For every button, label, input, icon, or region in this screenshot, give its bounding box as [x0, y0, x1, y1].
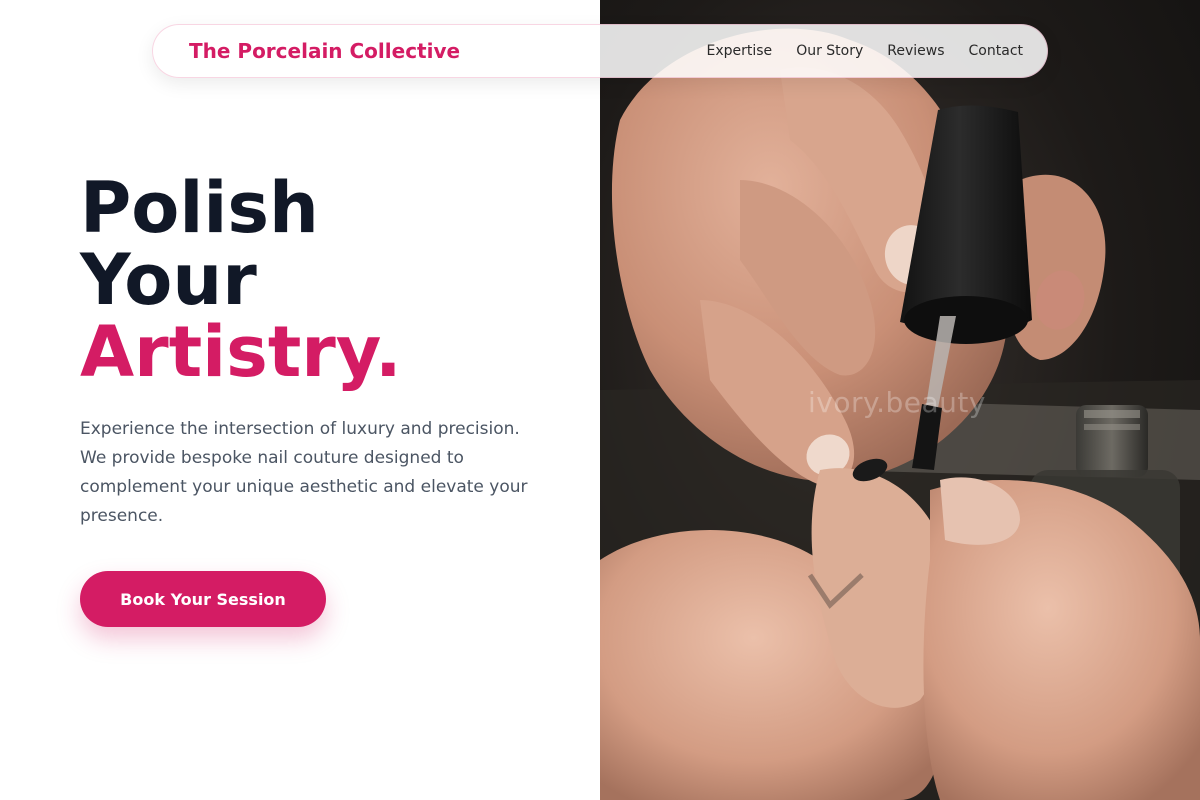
nav-link-expertise[interactable]: Expertise: [707, 43, 773, 59]
hero-description: Experience the intersection of luxury an…: [80, 419, 528, 526]
top-navigation: The Porcelain Collective Expertise Our S…: [152, 24, 1048, 78]
nav-link-contact[interactable]: Contact: [969, 43, 1023, 59]
book-session-button[interactable]: Book Your Session: [80, 571, 326, 627]
nav-links: Expertise Our Story Reviews Contact: [707, 43, 1024, 59]
landing-page: ivory.beauty The Porcelain Collective Ex…: [0, 0, 1200, 800]
hero-title-accent: Artistry.: [80, 311, 402, 393]
hero-title: Polish Your Artistry.: [80, 172, 402, 388]
photo-watermark: ivory.beauty: [808, 386, 986, 419]
hero-title-line-1: Polish: [80, 167, 319, 249]
hero-photo: ivory.beauty: [600, 0, 1200, 800]
hero-title-line-2: Your: [80, 239, 257, 321]
brand-logo[interactable]: The Porcelain Collective: [189, 39, 460, 63]
nav-link-reviews[interactable]: Reviews: [887, 43, 944, 59]
nav-link-our-story[interactable]: Our Story: [796, 43, 863, 59]
